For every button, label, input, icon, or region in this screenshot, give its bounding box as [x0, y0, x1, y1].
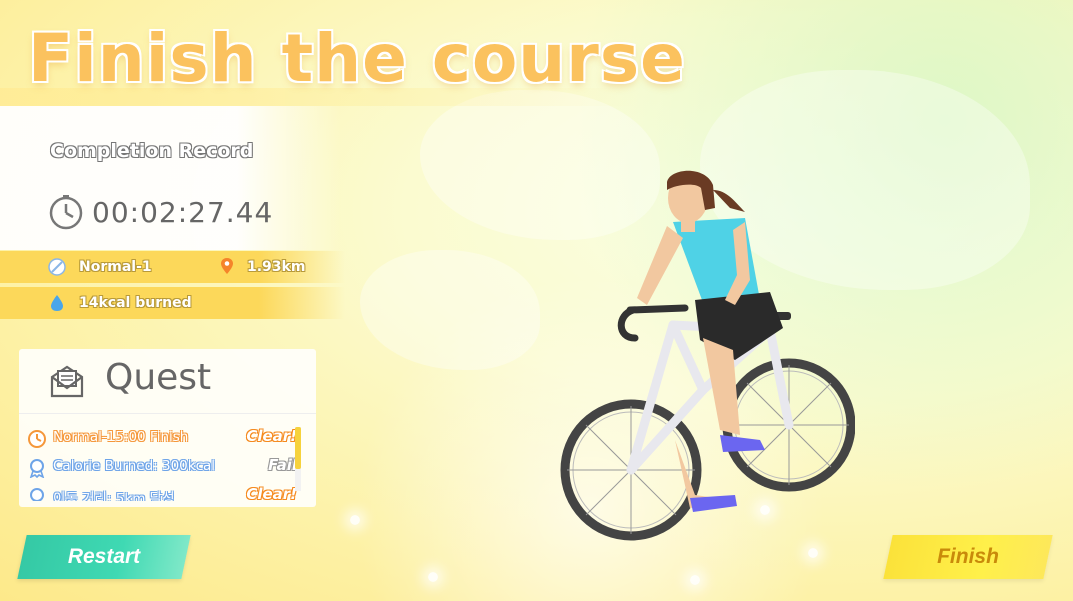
quest-status-badge: Clear! [246, 485, 297, 501]
quest-status-badge: Clear! [246, 427, 297, 445]
quest-title: Quest [105, 357, 212, 398]
list-item: Normal-15:00 Finish Clear! [27, 425, 303, 454]
medal-icon [30, 488, 44, 501]
calories-burned: 14kcal burned [79, 295, 192, 311]
restart-button-label: Restart [67, 545, 141, 568]
quest-panel: Quest Normal-15:00 Finish Clear! Calorie… [19, 349, 316, 507]
record-label: Completion Record [50, 140, 254, 162]
quest-list[interactable]: Normal-15:00 Finish Clear! Calorie Burne… [27, 425, 303, 501]
course-name: Normal-1 [79, 259, 152, 275]
clock-icon [28, 430, 46, 448]
distance-value: 1.93km [247, 259, 306, 275]
sparkle [350, 515, 360, 525]
sparkle [428, 572, 438, 582]
list-item: 이동 거리: 5km 달성 Clear! [27, 483, 303, 501]
water-drop-icon [51, 295, 63, 311]
info-row-calories: 14kcal burned [0, 287, 345, 319]
completion-time: 00:02:27.44 [92, 196, 274, 229]
quest-header: Quest [19, 349, 316, 414]
cyclist-illustration [560, 170, 855, 541]
finish-button-label: Finish [937, 545, 999, 568]
scrollbar-thumb[interactable] [295, 427, 301, 469]
page-title: Finish the course [28, 20, 686, 97]
mail-icon [50, 365, 84, 398]
sparkle [690, 575, 700, 585]
finish-button[interactable]: Finish [883, 535, 1053, 579]
clock-icon [49, 195, 83, 230]
restart-button[interactable]: Restart [17, 535, 191, 579]
location-pin-icon [221, 258, 233, 274]
info-row-course: Normal-1 1.93km [0, 251, 345, 283]
quest-item-text: Calorie Burned: 300kcal [53, 458, 216, 474]
quest-item-text: Normal-15:00 Finish [53, 429, 189, 445]
quest-status-badge: Fail [268, 456, 297, 474]
list-item: Calorie Burned: 300kcal Fail [27, 454, 303, 483]
compass-icon [48, 258, 66, 276]
medal-icon [29, 459, 45, 478]
quest-item-text: 이동 거리: 5km 달성 [53, 491, 175, 501]
